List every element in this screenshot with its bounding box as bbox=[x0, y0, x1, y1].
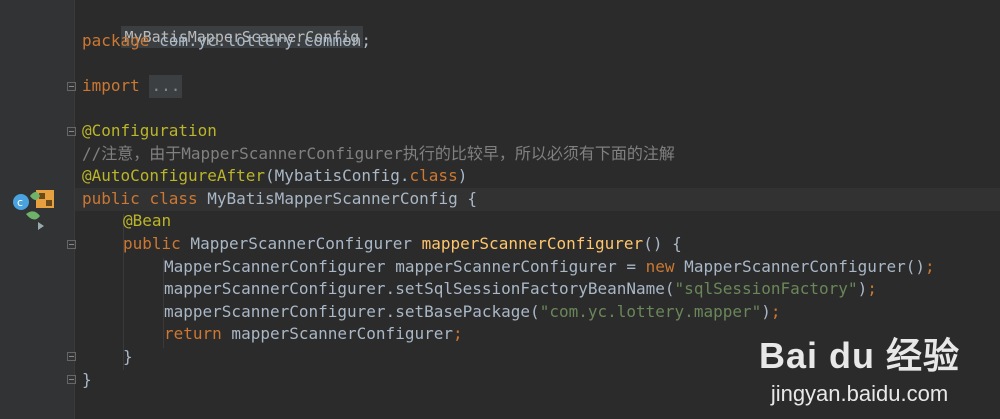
code-line-comment: //注意，由于MapperScannerConfigurer执行的比较早，所以必… bbox=[82, 144, 675, 163]
code-line-class-declaration: public class MyBatisMapperScannerConfig … bbox=[75, 188, 1000, 211]
editor-gutter: c bbox=[0, 0, 76, 419]
code-line-new-instance: MapperScannerConfigurer mapperScannerCon… bbox=[164, 257, 935, 276]
code-line-package: package com.yc.lottery.common; bbox=[82, 31, 371, 50]
code-line-bean: @Bean bbox=[123, 211, 172, 230]
svg-text:c: c bbox=[17, 196, 23, 209]
watermark-url: jingyan.baidu.com bbox=[770, 381, 949, 406]
code-line-set-session-factory: mapperScannerConfigurer.setSqlSessionFac… bbox=[164, 279, 877, 298]
watermark-brand: Bai du 经验 bbox=[758, 335, 960, 376]
code-line-import: import ... bbox=[75, 75, 1000, 98]
code-line-configuration: @Configuration bbox=[82, 121, 217, 140]
code-line-autoconfigure: @AutoConfigureAfter(MybatisConfig.class) bbox=[82, 166, 468, 185]
code-line-method-declaration: public MapperScannerConfigurer mapperSca… bbox=[123, 234, 682, 253]
baidu-jingyan-watermark: Bai du 经验 jingyan.baidu.com bbox=[759, 327, 960, 407]
folded-imports[interactable]: ... bbox=[149, 75, 183, 98]
spring-bean-gutter-icon[interactable]: c bbox=[8, 188, 60, 232]
code-line-set-base-package: mapperScannerConfigurer.setBasePackage("… bbox=[164, 302, 781, 321]
breadcrumb-line: MyBatisMapperScannerConfig bbox=[75, 3, 1000, 48]
